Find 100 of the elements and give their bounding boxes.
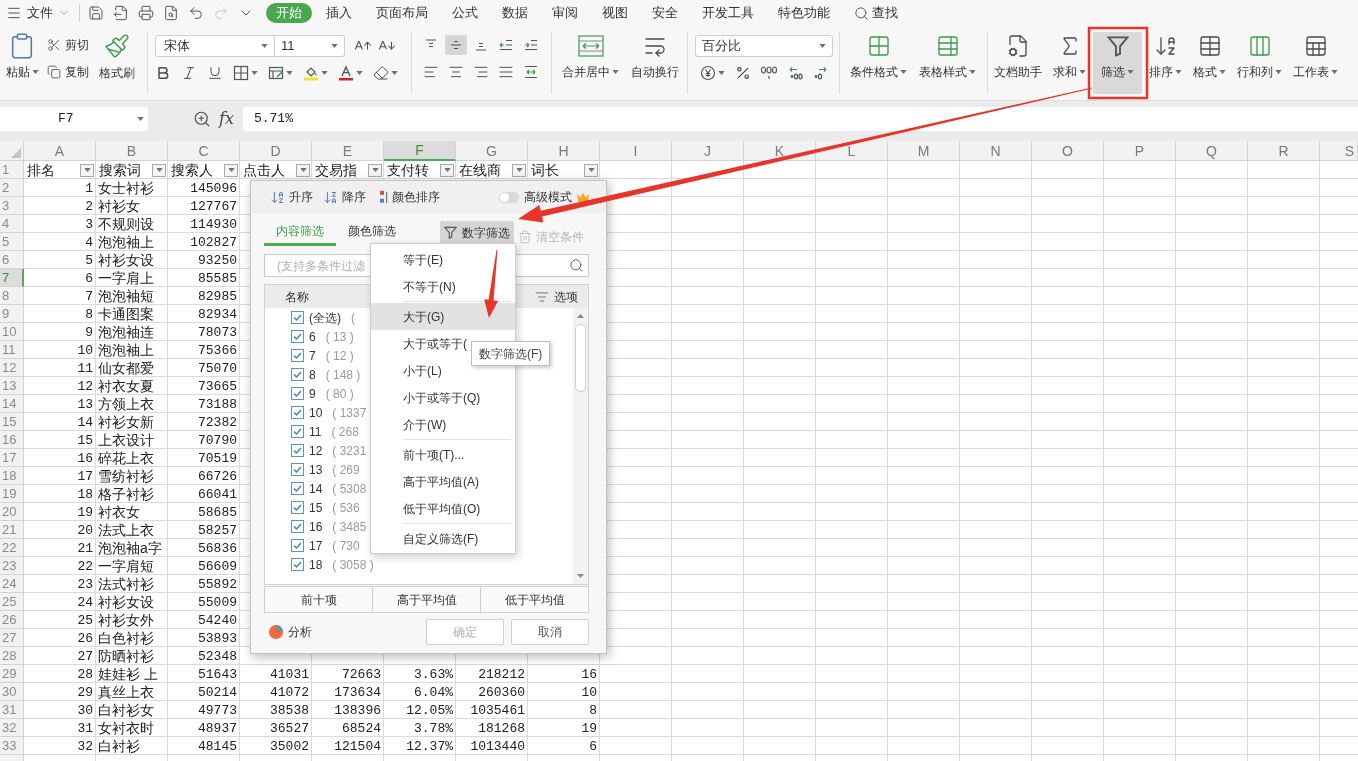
row-header[interactable]: 2	[0, 179, 24, 197]
underline-icon[interactable]	[207, 65, 223, 81]
bold-icon[interactable]	[155, 65, 171, 81]
quick-filter-button[interactable]: 低于平均值	[480, 587, 588, 612]
menu-item[interactable]: 前十项(T)...	[371, 441, 515, 468]
sort-button[interactable]: 排序	[1145, 32, 1186, 94]
row-header[interactable]: 10	[0, 323, 24, 341]
menu-item[interactable]: 自定义筛选(F)	[371, 525, 515, 552]
ribbon-tab[interactable]: 公式	[442, 3, 488, 23]
column-header[interactable]: H	[528, 141, 600, 161]
table-style-button[interactable]: 表格样式	[915, 32, 980, 94]
row-header[interactable]: 27	[0, 629, 24, 647]
file-arrow-icon[interactable]	[113, 5, 129, 21]
ribbon-tab[interactable]: 页面布局	[366, 3, 438, 23]
menu-item[interactable]: 等于(E)	[371, 246, 515, 273]
zoom-in-icon[interactable]	[193, 110, 211, 128]
scroll-thumb[interactable]	[575, 324, 586, 392]
ribbon-tab[interactable]: 安全	[642, 3, 688, 23]
menu-item[interactable]: 低于平均值(O)	[371, 495, 515, 522]
file-search-icon[interactable]	[163, 5, 179, 21]
scroll-up-icon[interactable]	[577, 314, 584, 318]
column-header[interactable]: S	[1320, 141, 1358, 161]
checkbox[interactable]	[291, 349, 304, 362]
row-header[interactable]: 9	[0, 305, 24, 323]
column-header[interactable]: N	[960, 141, 1032, 161]
row-header[interactable]: 1	[0, 161, 24, 179]
insert-function-button[interactable]: fx	[219, 107, 234, 131]
column-header[interactable]: B	[96, 141, 168, 161]
italic-icon[interactable]	[181, 65, 197, 81]
row-header[interactable]: 29	[0, 665, 24, 683]
row-header[interactable]: 33	[0, 737, 24, 755]
sort-descending-button[interactable]: 降序	[323, 188, 366, 206]
formula-input[interactable]: 5.71%	[242, 107, 1358, 131]
format-painter-button[interactable]: 格式刷	[95, 32, 139, 94]
menu-item[interactable]: 高于平均值(A)	[371, 468, 515, 495]
row-header[interactable]: 20	[0, 503, 24, 521]
printer-icon[interactable]	[138, 5, 154, 21]
row-header[interactable]: 32	[0, 719, 24, 737]
filter-dropdown-button[interactable]	[512, 163, 526, 177]
row-header[interactable]: 21	[0, 521, 24, 539]
row-header[interactable]: 25	[0, 593, 24, 611]
font-name-select[interactable]: 宋体	[155, 35, 275, 57]
number-filter-button[interactable]: 数字筛选	[440, 220, 514, 245]
decimal-left-icon[interactable]	[788, 65, 804, 81]
filter-dropdown-button[interactable]	[368, 163, 382, 177]
wrap-text-button[interactable]: 自动换行	[627, 32, 683, 94]
checkbox[interactable]	[291, 520, 304, 533]
quick-filter-button[interactable]: 前十项	[265, 587, 372, 612]
checkbox[interactable]	[291, 463, 304, 476]
row-header[interactable]: 13	[0, 377, 24, 395]
column-header[interactable]: O	[1032, 141, 1104, 161]
borders-button[interactable]	[233, 65, 258, 81]
font-color-button[interactable]	[338, 65, 363, 81]
row-header[interactable]: 6	[0, 251, 24, 269]
format-button[interactable]: 格式	[1189, 32, 1230, 94]
filter-dropdown-button[interactable]	[440, 163, 454, 177]
checkbox[interactable]	[291, 444, 304, 457]
undo-icon[interactable]	[188, 5, 204, 21]
column-header[interactable]: D	[240, 141, 312, 161]
checkbox[interactable]	[291, 558, 304, 571]
analysis-button[interactable]: 分析	[269, 623, 312, 641]
conditional-format-button[interactable]: 条件格式	[846, 32, 911, 94]
checkbox[interactable]	[291, 482, 304, 495]
row-header[interactable]: 7	[0, 269, 24, 287]
currency-button[interactable]	[700, 65, 725, 81]
filter-dropdown-button[interactable]	[80, 163, 94, 177]
filter-tab[interactable]: 内容筛选	[264, 219, 336, 246]
row-header[interactable]: 8	[0, 287, 24, 305]
search-button[interactable]: 查找	[854, 3, 898, 23]
row-header[interactable]: 28	[0, 647, 24, 665]
ribbon-tab[interactable]: 特色功能	[768, 3, 840, 23]
quick-filter-button[interactable]: 高于平均值	[372, 587, 480, 612]
toggle-switch[interactable]	[499, 191, 519, 203]
row-header[interactable]: 31	[0, 701, 24, 719]
ribbon-tab[interactable]: 开发工具	[692, 3, 764, 23]
menu-item[interactable]: 介于(W)	[371, 411, 515, 438]
clear-format-button[interactable]	[373, 65, 398, 81]
row-header[interactable]: 15	[0, 413, 24, 431]
row-header[interactable]: 4	[0, 215, 24, 233]
ribbon-tab[interactable]: 开始	[266, 3, 312, 23]
rows-columns-button[interactable]: 行和列	[1233, 32, 1286, 94]
fill-color-button[interactable]	[303, 65, 328, 81]
column-header[interactable]: I	[600, 141, 672, 161]
cell-style-button[interactable]	[268, 65, 293, 81]
filter-dropdown-button[interactable]	[224, 163, 238, 177]
menu-item[interactable]: 大于(G)	[371, 303, 515, 330]
row-header[interactable]: 12	[0, 359, 24, 377]
column-header[interactable]: R	[1248, 141, 1320, 161]
row-header[interactable]: 30	[0, 683, 24, 701]
percent-icon[interactable]	[735, 65, 751, 81]
filter-dropdown-button[interactable]	[584, 163, 598, 177]
ribbon-tab[interactable]: 视图	[592, 3, 638, 23]
ribbon-tab[interactable]: 数据	[492, 3, 538, 23]
copy-button[interactable]: 复制	[47, 64, 89, 80]
font-size-select[interactable]: 11	[275, 35, 345, 57]
column-header[interactable]: A	[24, 141, 96, 161]
cut-button[interactable]: 剪切	[47, 37, 89, 53]
row-header[interactable]: 18	[0, 467, 24, 485]
number-format-select[interactable]: 百分比	[695, 35, 833, 57]
column-header[interactable]: C	[168, 141, 240, 161]
